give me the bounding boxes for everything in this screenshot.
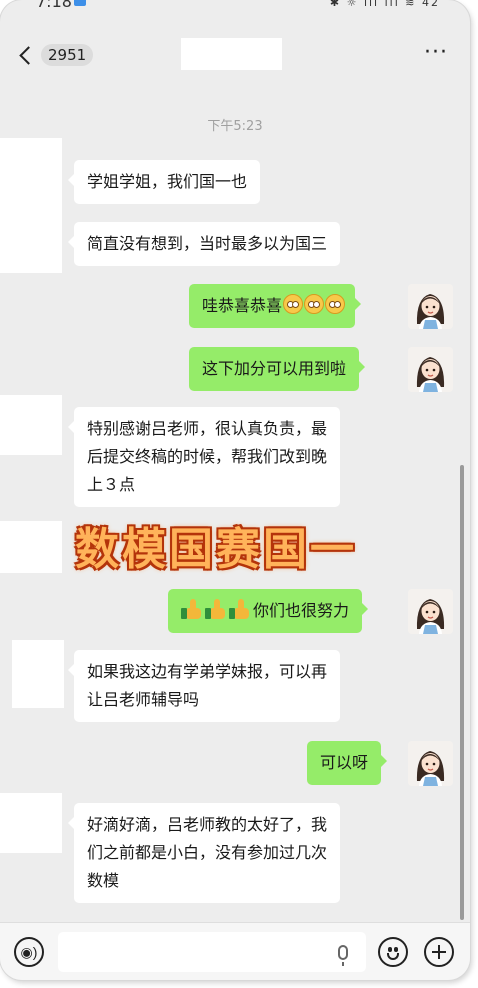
sound-wave-icon: ◉) [20,943,38,960]
message-bubble-incoming[interactable]: 如果我这边有学弟学妹报，可以再 让吕老师辅导吗 [67,650,341,722]
message-text: 学姐学姐，我们国一也 [87,172,248,191]
message-text-line: 后提交终稿的时候，帮我们改到晚 [87,447,328,466]
message-text-line: 特别感谢吕老师，很认真负责，最 [87,419,328,438]
message-text-line: 上３点 [87,475,136,494]
contact-avatar[interactable] [0,793,62,853]
message-bubble-incoming[interactable]: 特别感谢吕老师，很认真负责，最 后提交终稿的时候，帮我们改到晚 上３点 [67,407,341,507]
my-avatar[interactable] [408,589,453,634]
chat-title [181,38,282,70]
message-bubble-outgoing[interactable]: 可以呀 [307,741,388,785]
message-bubble-outgoing[interactable]: 你们也很努力 [168,589,369,633]
contact-avatar[interactable] [0,138,62,273]
worried-face-icon [304,294,325,314]
message-text-line: 让吕老师辅导吗 [87,690,200,709]
emoji-button[interactable] [378,937,408,967]
message-text: 可以呀 [320,753,369,772]
overlay-caption: 数模国赛国一 [75,524,357,575]
thumbs-up-icon [181,599,203,619]
message-text-line: 好滴好滴，吕老师教的太好了，我 [87,815,328,834]
girl-avatar-icon [408,284,453,329]
message-bubble-incoming[interactable]: 好滴好滴，吕老师教的太好了，我 们之前都是小白，没有参加过几次 数模 [67,803,341,903]
contact-avatar[interactable] [12,640,64,708]
chat-scrollbar[interactable] [460,465,464,920]
my-avatar[interactable] [408,741,453,786]
message-input-bar: ◉) [0,922,470,980]
message-bubble-outgoing[interactable]: 哇恭喜恭喜 [189,284,362,328]
message-text: 简直没有想到，当时最多以为国三 [87,234,328,253]
contact-avatar[interactable] [0,521,62,573]
thumbs-up-icon [229,599,251,619]
message-text-line: 数模 [87,871,120,890]
microphone-icon[interactable] [338,945,348,966]
message-bubble-outgoing[interactable]: 这下加分可以用到啦 [189,347,366,391]
my-avatar[interactable] [408,347,453,392]
message-text: 哇恭喜恭喜 [202,296,283,315]
message-bubble-incoming[interactable]: 学姐学姐，我们国一也 [67,160,261,204]
more-functions-button[interactable] [424,937,454,967]
more-options-button[interactable]: ··· [424,40,448,65]
worried-face-icon [283,294,304,314]
girl-avatar-icon [408,589,453,634]
message-bubble-incoming[interactable]: 简直没有想到，当时最多以为国三 [67,222,341,266]
status-bar: 7:18 ✱ ☼ ıll ıll ≋ 42 [0,0,470,16]
chat-header: 2951 ··· [0,30,470,80]
smiley-face-icon [387,953,399,960]
chevron-left-icon [19,45,38,65]
my-avatar[interactable] [408,284,453,329]
chat-screen: 7:18 ✱ ☼ ıll ıll ≋ 42 2951 ··· 下午5:23 学姐… [0,0,470,980]
message-input[interactable] [58,932,366,972]
girl-avatar-icon [408,741,453,786]
unread-count-badge: 2951 [41,44,94,66]
message-text-line: 如果我这边有学弟学妹报，可以再 [87,662,328,681]
status-time: 7:18 [36,0,72,11]
notification-app-icon [74,0,86,6]
status-indicators: ✱ ☼ ıll ıll ≋ 42 [329,0,440,9]
worried-face-icon [325,294,346,314]
girl-avatar-icon [408,347,453,392]
thumbs-up-icon [205,599,227,619]
back-button[interactable]: 2951 [18,42,94,68]
message-text-line: 们之前都是小白，没有参加过几次 [87,843,328,862]
message-text: 这下加分可以用到啦 [202,359,347,378]
message-text: 你们也很努力 [253,601,350,620]
contact-avatar[interactable] [0,395,62,455]
message-timestamp: 下午5:23 [207,119,263,134]
voice-mode-button[interactable]: ◉) [14,937,44,967]
